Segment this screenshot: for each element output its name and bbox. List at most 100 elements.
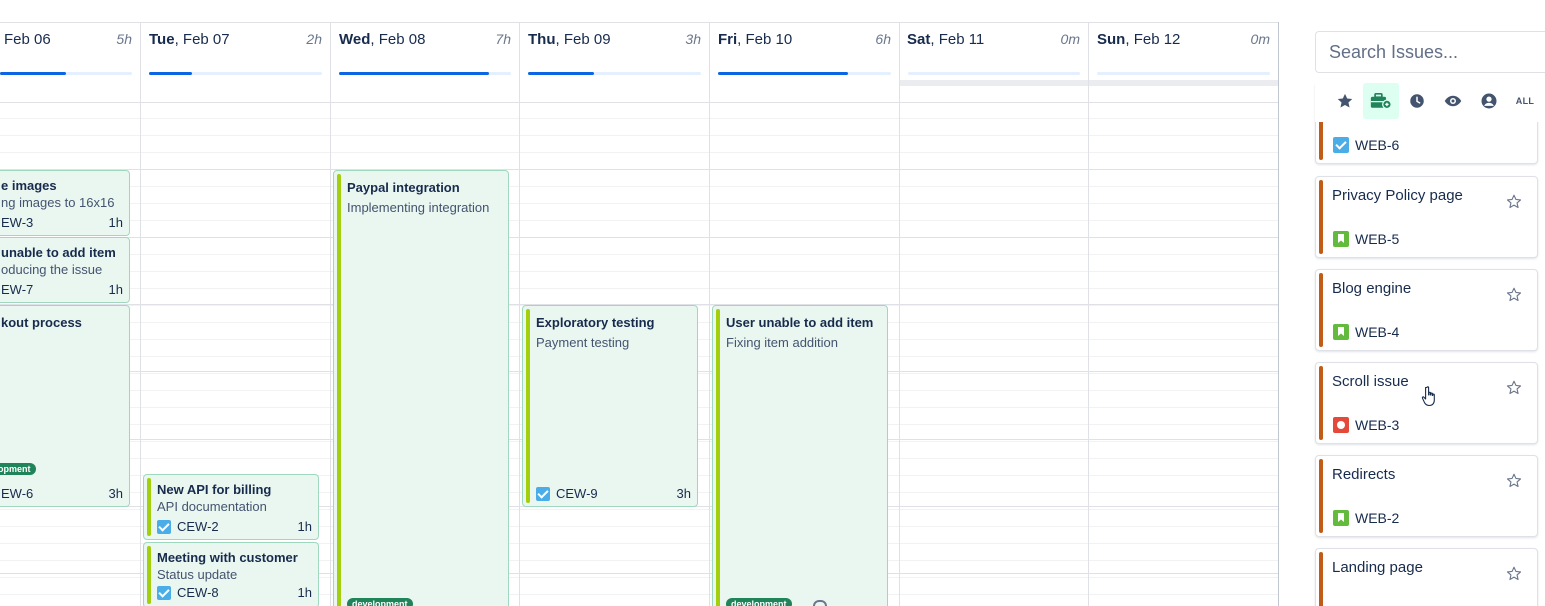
week-calendar: Feb 06 5h Tue, Feb 07 2h Wed, Feb 08 7h … <box>0 0 1279 606</box>
event-key: EW-6 <box>1 486 34 501</box>
issue-title: Redirects <box>1332 466 1396 483</box>
issue-filters-overlay: ALL <box>1327 83 1543 119</box>
filter-all-label: ALL <box>1515 96 1535 106</box>
event-card[interactable]: e images ng images to 16x16 EW-3 1h <box>0 170 130 236</box>
day-progress-bar <box>528 72 701 75</box>
card-priority-bar <box>1319 273 1323 347</box>
event-duration: 1h <box>108 282 123 297</box>
event-key: CEW-2 <box>157 519 219 534</box>
day-header-sun[interactable]: Sun, Feb 12 0m <box>1089 23 1278 79</box>
hand-cursor-icon <box>1421 386 1435 407</box>
day-hours: 0m <box>1060 31 1080 47</box>
event-card[interactable]: unable to add item oducing the issue EW-… <box>0 237 130 303</box>
day-hours: 3h <box>685 31 701 47</box>
card-priority-bar <box>1319 459 1323 533</box>
event-description: ng images to 16x16 <box>1 195 115 210</box>
event-card[interactable]: Paypal integration Implementing integrat… <box>333 170 509 606</box>
event-duration: 1h <box>108 215 123 230</box>
event-key: CEW-9 <box>536 486 598 501</box>
search-issues-input[interactable] <box>1315 31 1545 73</box>
star-outline-icon[interactable] <box>1505 286 1523 304</box>
day-date: Feb 06 <box>4 31 51 48</box>
filter-all[interactable]: ALL <box>1507 83 1543 119</box>
day-date: Tue, Feb 07 <box>149 31 230 48</box>
issue-key: WEB-3 <box>1333 417 1399 433</box>
issue-card[interactable]: Privacy Policy page WEB-5 <box>1315 176 1538 258</box>
star-outline-icon[interactable] <box>1505 193 1523 211</box>
day-progress-bar <box>339 72 511 75</box>
day-progress-bar <box>718 72 891 75</box>
event-description: Fixing item addition <box>726 335 838 350</box>
event-tag: development <box>726 598 792 606</box>
event-description: API documentation <box>157 499 267 514</box>
day-date: Sat, Feb 11 <box>907 31 985 48</box>
day-progress-fill <box>149 72 193 75</box>
column-separator <box>140 22 141 606</box>
day-header-fri[interactable]: Fri, Feb 10 6h <box>710 23 899 79</box>
event-card[interactable]: Meeting with customer Status update CEW-… <box>143 542 319 606</box>
task-icon <box>157 585 171 600</box>
day-header-tue[interactable]: Tue, Feb 07 2h <box>141 23 330 79</box>
column-separator <box>1088 22 1089 606</box>
event-title: New API for billing <box>157 482 272 497</box>
event-card[interactable]: User unable to add item Fixing item addi… <box>712 305 888 606</box>
filter-reported[interactable] <box>1471 83 1507 119</box>
day-progress-bar <box>0 72 132 75</box>
issue-key: WEB-5 <box>1333 231 1399 247</box>
day-progress-fill <box>718 72 848 75</box>
card-priority-bar <box>1319 366 1323 440</box>
filter-recent[interactable] <box>1399 83 1435 119</box>
user-icon <box>1481 93 1497 109</box>
event-duration: 1h <box>297 585 312 600</box>
day-progress-fill <box>339 72 489 75</box>
attachment-icon <box>813 600 827 606</box>
event-card[interactable]: kout process opment EW-6 3h <box>0 305 130 507</box>
event-card[interactable]: Exploratory testing Payment testing CEW-… <box>522 305 698 507</box>
star-outline-icon[interactable] <box>1505 379 1523 397</box>
eye-icon <box>1444 95 1462 107</box>
day-header-wed[interactable]: Wed, Feb 08 7h <box>331 23 519 79</box>
day-hours: 7h <box>495 31 511 47</box>
star-outline-icon[interactable] <box>1505 472 1523 490</box>
column-separator <box>519 22 520 606</box>
event-title: Paypal integration <box>347 180 460 195</box>
day-progress-bar <box>908 72 1080 75</box>
day-date: Fri, Feb 10 <box>718 31 793 48</box>
star-outline-icon[interactable] <box>1505 565 1523 583</box>
day-progress-bar <box>149 72 322 75</box>
event-duration: 1h <box>297 519 312 534</box>
issue-title: Landing page <box>1332 559 1423 576</box>
event-tag: development <box>347 598 413 606</box>
column-separator <box>899 22 900 606</box>
day-header-thu[interactable]: Thu, Feb 09 3h <box>520 23 709 79</box>
day-hours: 6h <box>875 31 891 47</box>
story-icon <box>1333 324 1349 340</box>
task-icon <box>157 519 171 534</box>
event-duration: 3h <box>676 486 691 501</box>
issue-card[interactable]: Landing page <box>1315 548 1538 606</box>
task-icon <box>536 486 550 501</box>
day-header-mon[interactable]: Feb 06 5h <box>0 23 140 79</box>
filter-starred[interactable] <box>1327 83 1363 119</box>
event-title: User unable to add item <box>726 315 874 330</box>
issue-key: WEB-6 <box>1333 137 1399 153</box>
event-description: Status update <box>157 567 238 582</box>
filter-assigned[interactable] <box>1363 83 1399 119</box>
filter-watching[interactable] <box>1435 83 1471 119</box>
day-progress-fill <box>528 72 594 75</box>
day-hours: 2h <box>306 31 322 47</box>
issue-card[interactable]: Redirects WEB-2 <box>1315 455 1538 537</box>
day-header-sat[interactable]: Sat, Feb 11 0m <box>900 23 1088 79</box>
issue-key: WEB-4 <box>1333 324 1399 340</box>
event-description: Implementing integration <box>347 200 490 215</box>
bug-icon <box>1333 417 1349 433</box>
day-progress-fill <box>0 72 66 75</box>
day-date: Thu, Feb 09 <box>528 31 611 48</box>
event-card[interactable]: New API for billing API documentation CE… <box>143 474 319 540</box>
issue-title: Scroll issue <box>1332 373 1409 390</box>
issue-card[interactable]: Blog engine WEB-4 <box>1315 269 1538 351</box>
star-icon <box>1337 93 1353 108</box>
card-priority-bar <box>1319 180 1323 254</box>
story-icon <box>1333 510 1349 526</box>
day-progress-bar <box>1097 72 1270 75</box>
